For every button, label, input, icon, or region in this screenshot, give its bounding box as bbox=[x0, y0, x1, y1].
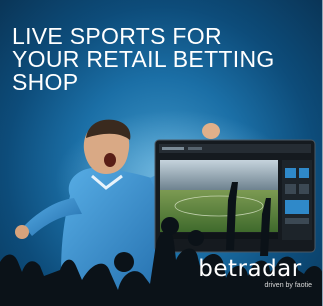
betradar-banner-ad[interactable]: LIVE SPORTS FOR YOUR RETAIL BETTING SHOP… bbox=[0, 0, 323, 306]
player-fist bbox=[202, 123, 220, 139]
headline: LIVE SPORTS FOR YOUR RETAIL BETTING SHOP bbox=[12, 25, 312, 94]
betradar-logo[interactable]: betradar driven by faotie bbox=[186, 257, 314, 290]
logo-tagline: driven by faotie bbox=[264, 282, 312, 289]
logo-wordmark: betradar bbox=[198, 256, 302, 282]
headline-line-1: LIVE SPORTS FOR bbox=[12, 23, 222, 49]
player-left-hand bbox=[15, 225, 29, 239]
odds-button bbox=[285, 168, 296, 178]
headline-line-2: YOUR RETAIL BETTING bbox=[12, 46, 275, 72]
headline-line-3: SHOP bbox=[12, 69, 79, 95]
video-controls bbox=[160, 233, 278, 239]
player-open-mouth bbox=[104, 153, 116, 167]
